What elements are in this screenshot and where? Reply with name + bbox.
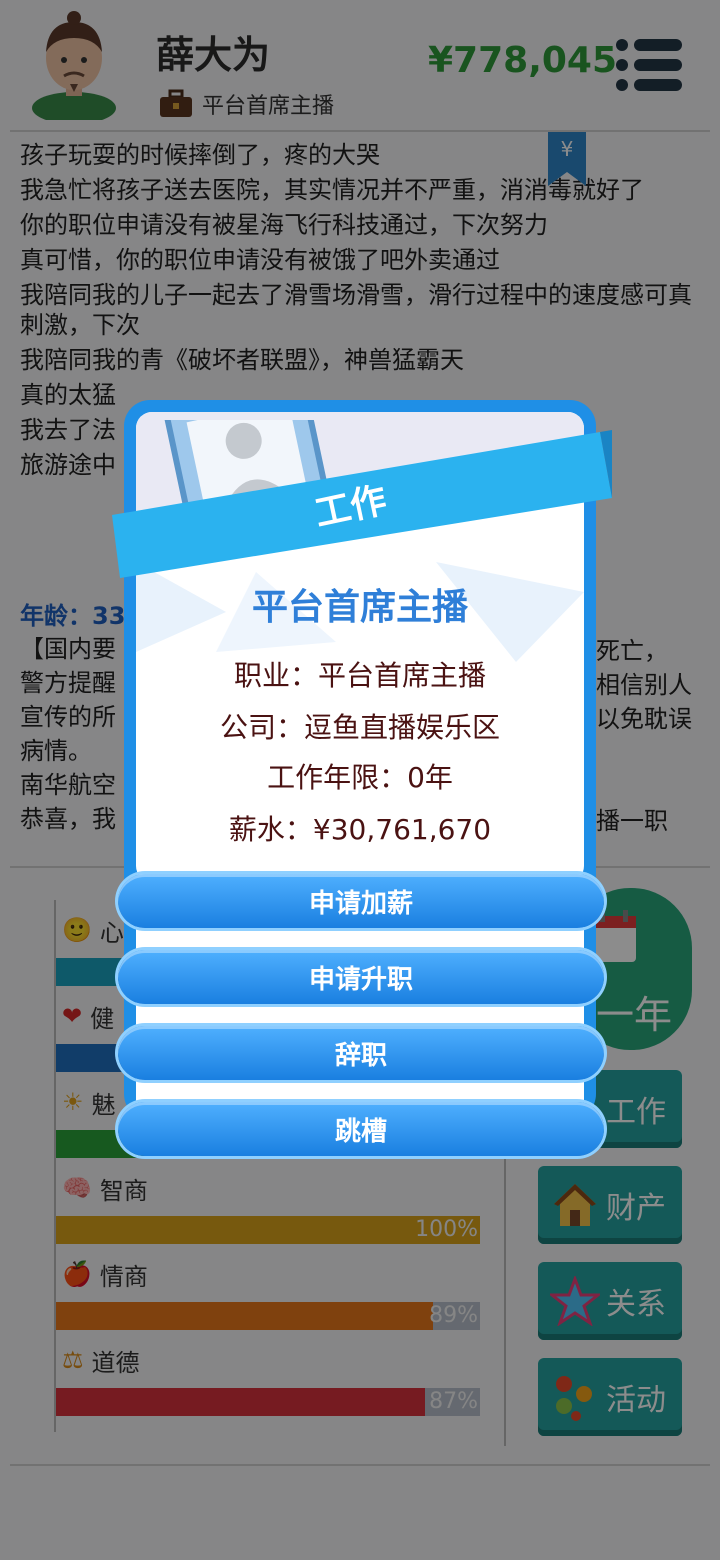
job-years: 工作年限：0年 — [267, 761, 453, 794]
request-promotion-button[interactable]: 申请升职 — [118, 950, 604, 1004]
resign-button[interactable]: 辞职 — [118, 1026, 604, 1080]
dialog-title: 平台首席主播 — [251, 587, 468, 628]
job-occupation: 职业：平台首席主播 — [233, 659, 486, 692]
job-company: 公司：逗鱼直播娱乐区 — [219, 711, 500, 744]
request-raise-button[interactable]: 申请加薪 — [118, 874, 604, 928]
job-hop-button[interactable]: 跳槽 — [118, 1102, 604, 1156]
job-salary: 薪水：¥30,761,670 — [228, 813, 492, 846]
